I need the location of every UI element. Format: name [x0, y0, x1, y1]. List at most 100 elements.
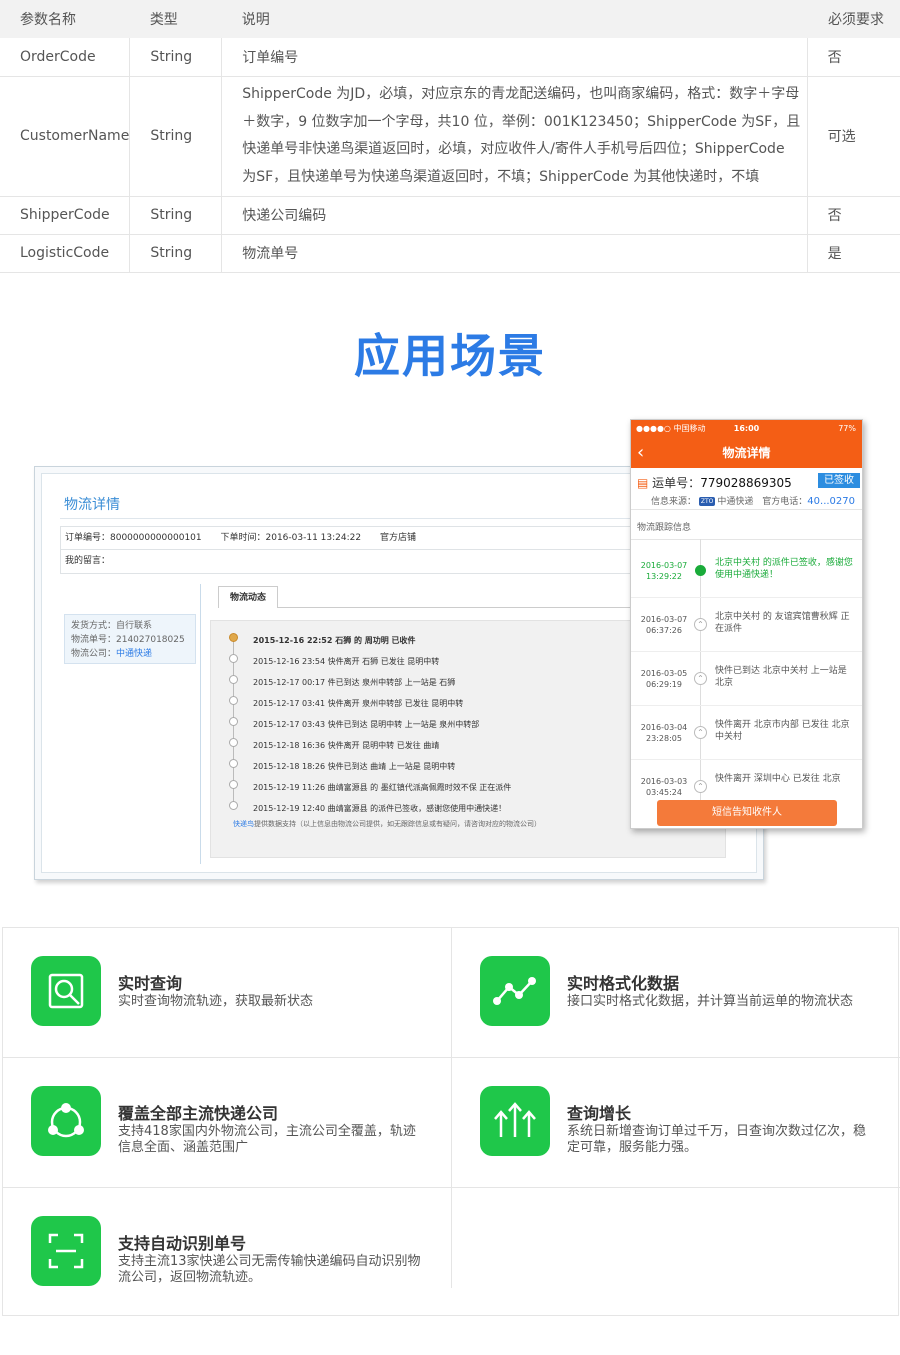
track-date: 2016-03-05 06:29:19	[637, 668, 691, 690]
time-text: 06:29:19	[646, 680, 682, 689]
status-dot-icon	[695, 565, 706, 576]
list-item: 2016-03-04 23:28:05 ⌃ 快件离开 北京市内部 已发往 北京中关…	[631, 706, 862, 760]
param-type: String	[129, 76, 223, 197]
waybill-info: ▤ 运单号：779028869305 已签收 信息来源： ZTO 中通快递 官方电…	[631, 468, 862, 510]
search-doc-icon	[31, 956, 101, 1026]
scan-icon	[31, 1216, 101, 1286]
col-header-name: 参数名称	[0, 0, 130, 38]
tel-number[interactable]: 40...0270	[807, 496, 855, 507]
tracking-section-header: 物流跟踪信息	[631, 516, 862, 540]
chevron-up-icon: ⌃	[694, 672, 707, 685]
feature-title: 实时格式化数据	[567, 974, 680, 993]
param-required: 可选	[807, 76, 900, 197]
nav-bar: ‹ 物流详情	[631, 438, 862, 468]
phone-screenshot: ●●●●○ 中国移动 16:00 77% ‹ 物流详情 ▤ 运单号：779028…	[630, 419, 863, 829]
track-date: 2016-03-03 03:45:24	[637, 776, 691, 798]
zto-logo: ZTO	[698, 497, 716, 506]
list-item: 2016-03-05 06:29:19 ⌃ 快件已到达 北京中关村 上一站是 北京	[631, 652, 862, 706]
table-row: LogisticCode String 物流单号 是	[0, 234, 900, 273]
growth-arrows-icon	[480, 1086, 550, 1156]
param-name: CustomerName	[0, 76, 131, 197]
network-icon	[31, 1086, 101, 1156]
param-desc: 订单编号	[221, 38, 808, 77]
feature-card: 实时格式化数据 接口实时格式化数据，并计算当前运单的物流状态	[452, 928, 900, 1058]
table-header-row: 参数名称 类型 说明 必须要求	[0, 0, 900, 38]
track-text: 快件离开 北京市内部 已发往 北京中关村	[715, 720, 850, 742]
timeline-dot	[229, 780, 238, 789]
feature-card: 实时查询 实时查询物流轨迹，获取最新状态	[3, 928, 451, 1058]
feature-desc: 支持主流13家快递公司无需传输快递编码自动识别物流公司，返回物流轨迹。	[118, 1254, 421, 1285]
track-item: 2015-12-17 00:17 件已到达 泉州中转部 上一站是 石狮	[253, 678, 456, 687]
table-row: CustomerName String ShipperCode 为JD，必填，对…	[0, 76, 900, 197]
timeline-dot	[229, 633, 238, 642]
params-table: 参数名称 类型 说明 必须要求 OrderCode String 订单编号 否 …	[0, 0, 900, 273]
note-text: 提供数据支持（以上信息由物流公司提供，如无跟踪信息或有疑问，请咨询对应的物流公司…	[254, 820, 541, 828]
track-date: 2016-03-07 06:37:26	[637, 614, 691, 636]
clock-text: 16:00	[733, 424, 760, 433]
order-number: 订单编号：8000000000000101	[65, 533, 202, 543]
track-date: 2016-03-04 23:28:05	[637, 722, 691, 744]
col-header-required: 必须要求	[807, 0, 900, 38]
track-item: 2015-12-19 11:26 曲靖富源县 的 墨红镇代派高佩霞时效不保 正在…	[253, 783, 512, 792]
date-text: 2016-03-03	[640, 777, 688, 786]
list-item: 2016-03-07 13:29:22 北京中关村 的派件已签收，感谢您使用中通快…	[631, 544, 862, 598]
param-type: String	[129, 234, 223, 273]
ship-company-row: 物流公司：中通快递	[71, 647, 189, 661]
data-source-note: 快递鸟提供数据支持（以上信息由物流公司提供，如无跟踪信息或有疑问，请咨询对应的物…	[233, 819, 541, 829]
time-text: 23:28:05	[646, 734, 682, 743]
timeline-dot	[229, 801, 238, 810]
feature-card: 覆盖全部主流快递公司 支持418家国内外物流公司，主流公司全覆盖，轨迹信息全面、…	[3, 1058, 451, 1188]
chevron-up-icon: ⌃	[694, 780, 707, 793]
date-text: 2016-03-04	[640, 723, 688, 732]
param-required: 否	[807, 38, 900, 77]
kuaidiniao-link[interactable]: 快递鸟	[233, 820, 254, 828]
table-row: OrderCode String 订单编号 否	[0, 38, 900, 77]
feature-title: 支持自动识别单号	[118, 1234, 247, 1253]
waybill-number: 779028869305	[700, 476, 792, 490]
param-required: 是	[807, 234, 900, 273]
ship-number: 物流单号：214027018025	[71, 635, 185, 645]
back-arrow-icon[interactable]: ‹	[637, 438, 644, 468]
web-page-title: 物流详情	[64, 497, 120, 513]
divider	[200, 584, 201, 864]
chevron-up-icon: ⌃	[694, 618, 707, 631]
feature-desc: 接口实时格式化数据，并计算当前运单的物流状态	[567, 994, 854, 1009]
waybill-row: ▤ 运单号：779028869305	[637, 474, 792, 491]
param-name: ShipperCode	[0, 196, 131, 235]
timeline-dot	[229, 654, 238, 663]
param-desc: ShipperCode 为JD，必填，对应京东的青龙配送编码，也叫商家编码，格式…	[221, 76, 808, 197]
track-item: 2015-12-16 22:52 石狮 的 周功明 已收件	[253, 636, 416, 645]
features-grid: 实时查询 实时查询物流轨迹，获取最新状态 实时格式化数据 接口实时格式化数据，并…	[2, 927, 900, 1318]
source-label: 信息来源：	[651, 497, 697, 507]
chevron-up-icon: ⌃	[694, 726, 707, 739]
feature-card: 支持自动识别单号 支持主流13家快递公司无需传输快递编码自动识别物流公司，返回物…	[3, 1188, 451, 1318]
param-name: LogisticCode	[0, 234, 131, 273]
company-name: 中通快递	[717, 497, 754, 507]
ship-company-label: 物流公司：	[71, 649, 117, 659]
feature-desc: 实时查询物流轨迹，获取最新状态	[118, 994, 314, 1009]
feature-card: 查询增长 系统日新增查询订单过千万，日查询次数过亿次，稳定可靠，服务能力强。	[452, 1058, 900, 1188]
section-title: 应用场景	[354, 329, 546, 383]
track-item: 2015-12-19 12:40 曲靖富源县 的派件已签收，感谢您使用中通快递！	[253, 804, 507, 813]
document-icon: ▤	[637, 476, 649, 490]
timeline-dot	[229, 696, 238, 705]
sms-notify-button[interactable]: 短信告知收件人	[657, 800, 837, 826]
track-date: 2016-03-07 13:29:22	[637, 560, 691, 582]
param-desc: 物流单号	[221, 234, 808, 273]
param-desc: 快递公司编码	[221, 196, 808, 235]
tab-logistics-dynamic[interactable]: 物流动态	[218, 586, 278, 608]
line-chart-icon	[480, 956, 550, 1026]
feature-desc: 支持418家国内外物流公司，主流公司全覆盖，轨迹信息全面、涵盖范围广	[118, 1124, 416, 1155]
param-required: 否	[807, 196, 900, 235]
tel-label: 官方电话：	[762, 497, 808, 507]
time-text: 06:37:26	[646, 626, 682, 635]
track-text: 北京中关村 的派件已签收，感谢您使用中通快递！	[715, 558, 853, 580]
ship-method: 发货方式：自行联系	[71, 621, 153, 631]
list-item: 2016-03-07 06:37:26 ⌃ 北京中关村 的 友谊宾馆曹秋辉 正在派…	[631, 598, 862, 652]
shipping-info-box: 发货方式：自行联系 物流单号：214027018025 物流公司：中通快递	[64, 614, 196, 664]
track-item: 2015-12-16 23:54 快件离开 石狮 已发往 昆明中转	[253, 657, 440, 666]
ship-company-link[interactable]: 中通快递	[116, 649, 152, 659]
status-badge: 已签收	[818, 473, 860, 488]
track-item: 2015-12-18 18:26 快件已到达 曲靖 上一站是 昆明中转	[253, 762, 456, 771]
track-item: 2015-12-17 03:43 快件已到达 昆明中转 上一站是 泉州中转部	[253, 720, 480, 729]
